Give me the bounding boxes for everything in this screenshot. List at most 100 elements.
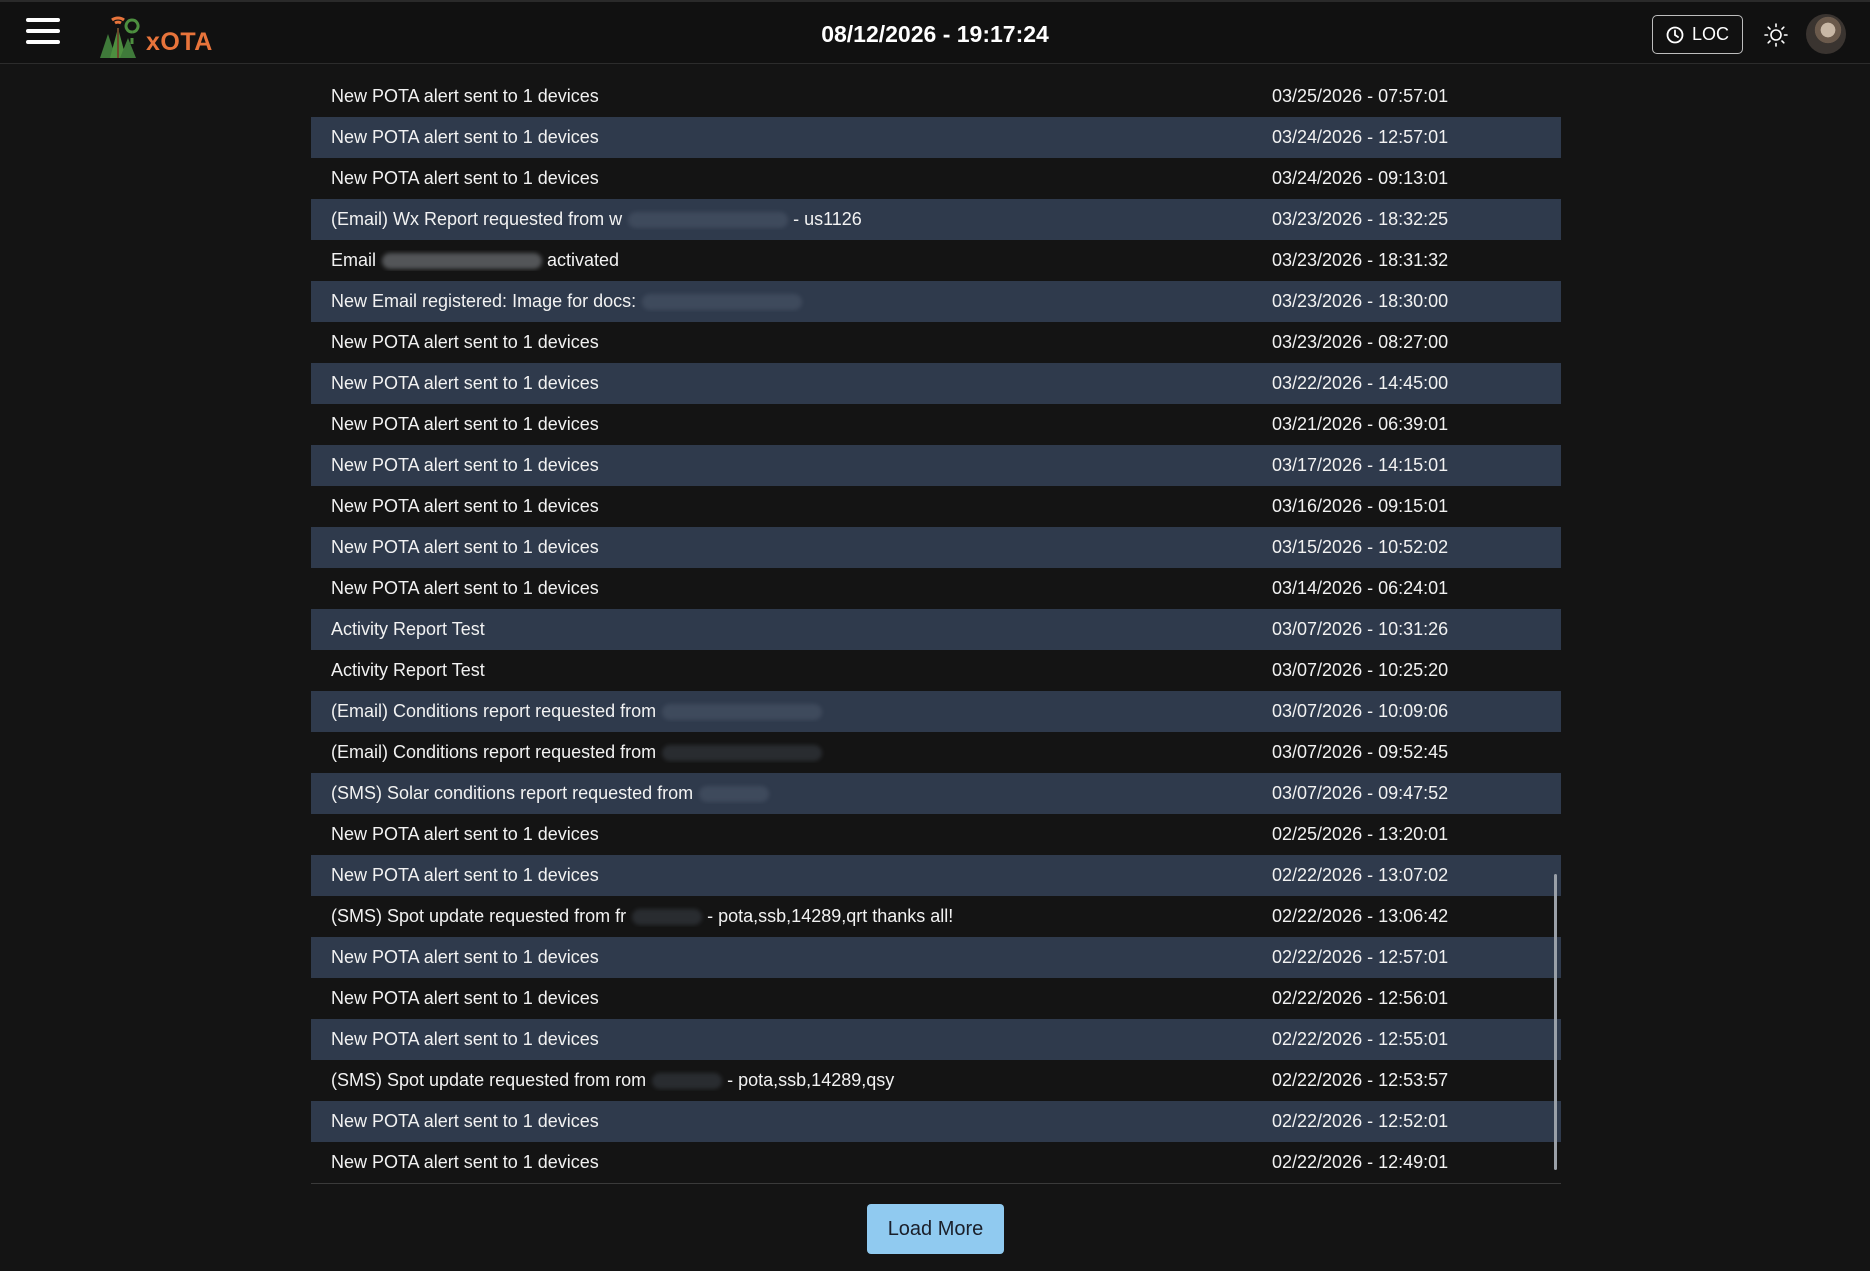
activity-message-text: New POTA alert sent to 1 devices [331,168,599,188]
activity-row: New POTA alert sent to 1 devices 03/17/20… [311,445,1561,486]
activity-timestamp: 03/07/2026 - 10:25:20 [1272,660,1449,680]
activity-row: New POTA alert sent to 1 devices 03/24/20… [311,158,1561,199]
activity-message: New POTA alert sent to 1 devices [311,455,1272,476]
redacted-text [632,908,703,925]
activity-timestamp: 02/22/2026 - 12:52:01 [1272,1111,1449,1131]
activity-row: New POTA alert sent to 1 devices 02/22/20… [311,937,1561,978]
activity-row: New POTA alert sent to 1 devices 02/22/20… [311,1142,1561,1183]
activity-message: New POTA alert sent to 1 devices [311,824,1272,845]
loc-button[interactable]: LOC [1652,15,1743,54]
activity-timestamp: 02/22/2026 - 12:57:01 [1272,947,1449,967]
activity-timestamp: 03/21/2026 - 06:39:01 [1272,414,1449,434]
activity-message: (Email) Conditions report requested from [311,701,1272,722]
activity-message-text: New POTA alert sent to 1 devices [331,127,599,147]
activity-message-text: New POTA alert sent to 1 devices [331,1029,599,1049]
activity-message-text: New POTA alert sent to 1 devices [331,537,599,557]
redacted-text [662,703,823,720]
activity-message-text: (SMS) Solar conditions report requested … [331,783,694,803]
activity-timestamp: 03/23/2026 - 08:27:00 [1272,332,1449,352]
activity-message-text: New POTA alert sent to 1 devices [331,373,599,393]
user-avatar[interactable] [1806,14,1846,54]
activity-timestamp: 03/17/2026 - 14:15:01 [1272,455,1449,475]
activity-message-text: New POTA alert sent to 1 devices [331,947,599,967]
activity-row: New POTA alert sent to 1 devices 03/15/20… [311,527,1561,568]
activity-message-text: New POTA alert sent to 1 devices [331,86,599,106]
activity-row: New POTA alert sent to 1 devices 02/22/20… [311,1019,1561,1060]
activity-row: New POTA alert sent to 1 devices 03/16/20… [311,486,1561,527]
activity-message-text: (Email) Conditions report requested from [331,742,657,762]
activity-message: New POTA alert sent to 1 devices [311,988,1272,1009]
activity-message-suffix: - us1126 [788,209,862,229]
activity-message: Activity Report Test [311,619,1272,640]
sun-icon [1764,23,1788,47]
activity-message: (SMS) Solar conditions report requested … [311,783,1272,804]
redacted-text [662,744,823,761]
activity-row: (SMS) Spot update requested from rom - p… [311,1060,1561,1101]
activity-message-text: New POTA alert sent to 1 devices [331,414,599,434]
tower-tree-logo-icon [100,16,140,58]
redacted-text [652,1072,723,1089]
activity-timestamp: 03/16/2026 - 09:15:01 [1272,496,1449,516]
activity-message-text: New POTA alert sent to 1 devices [331,496,599,516]
activity-row: New POTA alert sent to 1 devices 03/25/20… [311,76,1561,117]
activity-message-text: (SMS) Spot update requested from fr [331,906,627,926]
theme-toggle-button[interactable] [1763,22,1789,48]
activity-timestamp: 03/14/2026 - 06:24:01 [1272,578,1449,598]
activity-timestamp: 03/07/2026 - 10:09:06 [1272,701,1449,721]
activity-timestamp: 02/22/2026 - 12:55:01 [1272,1029,1449,1049]
activity-timestamp: 02/22/2026 - 13:07:02 [1272,865,1449,885]
activity-timestamp: 02/22/2026 - 13:06:42 [1272,906,1449,926]
activity-message-text: New POTA alert sent to 1 devices [331,1152,599,1172]
scrollbar[interactable] [1554,874,1557,1170]
activity-message: New POTA alert sent to 1 devices [311,414,1272,435]
activity-message-text: Activity Report Test [331,619,485,639]
activity-timestamp: 02/22/2026 - 12:49:01 [1272,1152,1449,1172]
activity-timestamp: 03/22/2026 - 14:45:00 [1272,373,1449,393]
activity-message: New POTA alert sent to 1 devices [311,373,1272,394]
activity-message: New POTA alert sent to 1 devices [311,1152,1272,1173]
logo-text: xOTA [146,28,213,56]
activity-row: New Email registered: Image for docs: 03/… [311,281,1561,322]
activity-message-text: New POTA alert sent to 1 devices [331,1111,599,1131]
activity-message: New POTA alert sent to 1 devices [311,127,1272,148]
activity-timestamp: 02/22/2026 - 12:56:01 [1272,988,1449,1008]
app-logo[interactable]: xOTA [88,8,218,62]
activity-row: New POTA alert sent to 1 devices 03/24/20… [311,117,1561,158]
activity-log-list: New POTA alert sent to 1 devices 03/25/20… [311,76,1561,1183]
activity-timestamp: 03/07/2026 - 09:47:52 [1272,783,1449,803]
hamburger-menu-icon[interactable] [26,18,60,48]
activity-timestamp: 02/22/2026 - 12:53:57 [1272,1070,1449,1090]
activity-row: New POTA alert sent to 1 devices 03/23/20… [311,322,1561,363]
activity-row: (Email) Conditions report requested from… [311,732,1561,773]
activity-row: Email activated 03/23/2026 - 18:31:32 [311,240,1561,281]
activity-row: New POTA alert sent to 1 devices 02/22/20… [311,1101,1561,1142]
activity-row: (Email) Conditions report requested from… [311,691,1561,732]
activity-message: New POTA alert sent to 1 devices [311,332,1272,353]
activity-row: New POTA alert sent to 1 devices 03/21/20… [311,404,1561,445]
activity-message-text: Email [331,250,377,270]
activity-row: New POTA alert sent to 1 devices 02/25/20… [311,814,1561,855]
activity-timestamp: 03/15/2026 - 10:52:02 [1272,537,1449,557]
activity-timestamp: 03/23/2026 - 18:30:00 [1272,291,1449,311]
activity-message: New POTA alert sent to 1 devices [311,947,1272,968]
activity-message: New POTA alert sent to 1 devices [311,865,1272,886]
activity-message: New Email registered: Image for docs: [311,291,1272,312]
activity-message-suffix: activated [542,250,620,270]
activity-message: New POTA alert sent to 1 devices [311,578,1272,599]
activity-timestamp: 02/25/2026 - 13:20:01 [1272,824,1449,844]
top-bar: xOTA 08/12/2026 - 19:17:24 LOC [0,0,1870,64]
load-more-button[interactable]: Load More [867,1204,1004,1254]
activity-timestamp: 03/24/2026 - 12:57:01 [1272,127,1449,147]
activity-row: New POTA alert sent to 1 devices 03/14/20… [311,568,1561,609]
activity-timestamp: 03/07/2026 - 10:31:26 [1272,619,1449,639]
redacted-text [628,211,789,228]
activity-message-suffix: - pota,ssb,14289,qsy [722,1070,895,1090]
activity-message: New POTA alert sent to 1 devices [311,168,1272,189]
activity-row: New POTA alert sent to 1 devices 03/22/20… [311,363,1561,404]
activity-timestamp: 03/07/2026 - 09:52:45 [1272,742,1449,762]
activity-message: New POTA alert sent to 1 devices [311,496,1272,517]
activity-message: Activity Report Test [311,660,1272,681]
activity-timestamp: 03/23/2026 - 18:31:32 [1272,250,1449,270]
activity-message: New POTA alert sent to 1 devices [311,537,1272,558]
activity-message: (SMS) Spot update requested from fr - po… [311,906,1272,927]
